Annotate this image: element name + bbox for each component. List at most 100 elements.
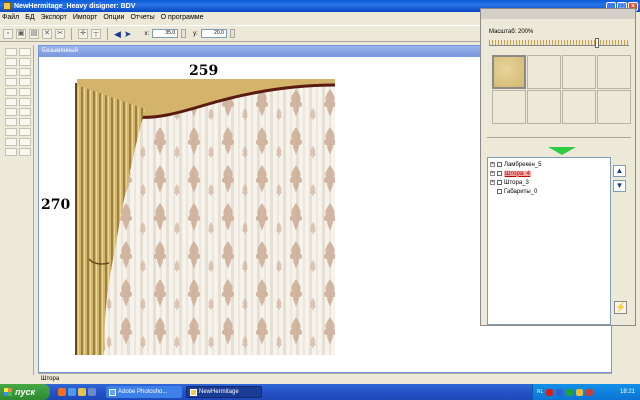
y-input[interactable]: 20.0 [200, 29, 227, 38]
folder-icon[interactable] [78, 388, 86, 396]
layer-checkbox[interactable] [497, 162, 502, 167]
expand-icon[interactable]: + [490, 180, 495, 185]
lightning-icon[interactable]: ⚡ [614, 301, 627, 314]
x-label: x: [144, 30, 150, 37]
tool-button[interactable] [19, 148, 31, 156]
y-label: y: [193, 30, 198, 37]
tool-button[interactable] [19, 48, 31, 56]
task-photoshop[interactable]: Adobe Photosho... [106, 386, 182, 398]
tool-button[interactable] [5, 128, 17, 136]
tool-button[interactable] [5, 68, 17, 76]
tool-button[interactable] [5, 88, 17, 96]
layer-item[interactable]: + Ламбрекен_5 [490, 160, 608, 169]
windows-logo-icon [4, 388, 12, 396]
layer-checkbox[interactable] [497, 189, 502, 194]
tray-icon[interactable] [556, 388, 564, 396]
delete-icon[interactable]: ✕ [42, 28, 52, 39]
menu-about[interactable]: О программе [161, 14, 204, 21]
layer-item[interactable]: Габариты_0 [490, 187, 608, 196]
layer-checkbox[interactable] [497, 171, 502, 176]
new-icon[interactable]: ▫ [3, 28, 13, 39]
properties-panel: Масштаб: 200% + Ламбрекен_5 + Штора_4 + … [480, 8, 636, 326]
cut-icon[interactable]: ✂ [55, 28, 65, 39]
status-bar: Штора [38, 373, 612, 383]
layer-label: Габариты_0 [504, 188, 538, 195]
ie-icon[interactable] [68, 388, 76, 396]
app-icon [190, 388, 197, 396]
tool-button[interactable] [5, 108, 17, 116]
move-up-button[interactable]: ▲ [613, 165, 626, 177]
layer-tree: + Ламбрекен_5 + Штора_4 + Штора_3 Габари… [487, 157, 611, 325]
fabric-swatch[interactable] [527, 55, 561, 89]
tray-icon[interactable] [566, 388, 574, 396]
tray-icon[interactable] [586, 388, 594, 396]
tool-button[interactable] [5, 58, 17, 66]
desktop-icon[interactable] [88, 388, 96, 396]
fabric-swatch[interactable] [562, 55, 596, 89]
firefox-icon[interactable] [58, 388, 66, 396]
tool-button[interactable] [19, 78, 31, 86]
tool-button[interactable] [19, 118, 31, 126]
align-icon[interactable]: ┬ [91, 28, 101, 39]
fabric-swatch[interactable] [527, 90, 561, 124]
menu-db[interactable]: БД [25, 14, 34, 21]
panel-header [481, 9, 635, 19]
menu-file[interactable]: Файл [2, 14, 19, 21]
clock: 18:21 [619, 389, 635, 395]
start-label: пуск [15, 387, 36, 397]
copy-icon[interactable]: ▣ [16, 28, 26, 39]
tool-button[interactable] [19, 58, 31, 66]
toolbar-divider [107, 27, 108, 40]
fabric-swatch[interactable] [562, 90, 596, 124]
tool-button[interactable] [19, 98, 31, 106]
menu-reports[interactable]: Отчеты [130, 14, 154, 21]
move-down-button[interactable]: ▼ [613, 180, 626, 192]
x-input[interactable]: 35.0 [152, 29, 179, 38]
y-spinner[interactable] [229, 29, 235, 38]
tool-button[interactable] [19, 68, 31, 76]
toolbar-divider [71, 27, 72, 40]
x-spinner[interactable] [181, 29, 187, 38]
menu-export[interactable]: Экспорт [41, 14, 67, 21]
fabric-swatch[interactable] [492, 55, 526, 89]
fabric-swatch[interactable] [597, 90, 631, 124]
tray-icon[interactable] [546, 388, 554, 396]
tool-button[interactable] [19, 138, 31, 146]
tool-button[interactable] [5, 148, 17, 156]
language-indicator[interactable]: RL [537, 389, 543, 395]
apply-arrow-icon[interactable] [548, 147, 576, 155]
system-tray: RL 18:21 [532, 384, 640, 400]
layer-item[interactable]: + Штора_4 [490, 169, 608, 178]
zoom-label: Масштаб: 200% [489, 29, 534, 35]
tool-button[interactable] [5, 48, 17, 56]
toolbar: ▫ ▣ ▤ ✕ ✂ ✛ ┬ ◀ ➤ x: 35.0 y: 20.0 [0, 25, 480, 42]
expand-icon[interactable]: + [490, 171, 495, 176]
start-button[interactable]: пуск [0, 384, 50, 400]
redo-icon[interactable]: ➤ [124, 29, 132, 39]
curtain-preview[interactable] [75, 79, 337, 357]
tool-button[interactable] [5, 138, 17, 146]
layer-item[interactable]: + Штора_3 [490, 178, 608, 187]
tool-button[interactable] [5, 78, 17, 86]
task-newhermitage[interactable]: NewHermitage [186, 386, 262, 398]
tool-button[interactable] [19, 128, 31, 136]
tool-button[interactable] [19, 88, 31, 96]
menu-import[interactable]: Импорт [73, 14, 97, 21]
zoom-slider[interactable] [489, 38, 629, 48]
layer-checkbox[interactable] [497, 180, 502, 185]
fabric-swatch[interactable] [492, 90, 526, 124]
task-label: Adobe Photosho... [118, 389, 168, 395]
frame-edge [75, 83, 77, 355]
move-icon[interactable]: ✛ [78, 28, 88, 39]
expand-icon[interactable]: + [490, 162, 495, 167]
menu-options[interactable]: Опции [103, 14, 124, 21]
tool-button[interactable] [19, 108, 31, 116]
zoom-slider-thumb[interactable] [595, 38, 600, 48]
tray-icon[interactable] [576, 388, 584, 396]
tool-button[interactable] [5, 98, 17, 106]
tool-button[interactable] [5, 118, 17, 126]
paste-icon[interactable]: ▤ [29, 28, 39, 39]
layer-label: Штора_3 [504, 179, 529, 186]
fabric-swatch[interactable] [597, 55, 631, 89]
undo-icon[interactable]: ◀ [114, 29, 121, 39]
